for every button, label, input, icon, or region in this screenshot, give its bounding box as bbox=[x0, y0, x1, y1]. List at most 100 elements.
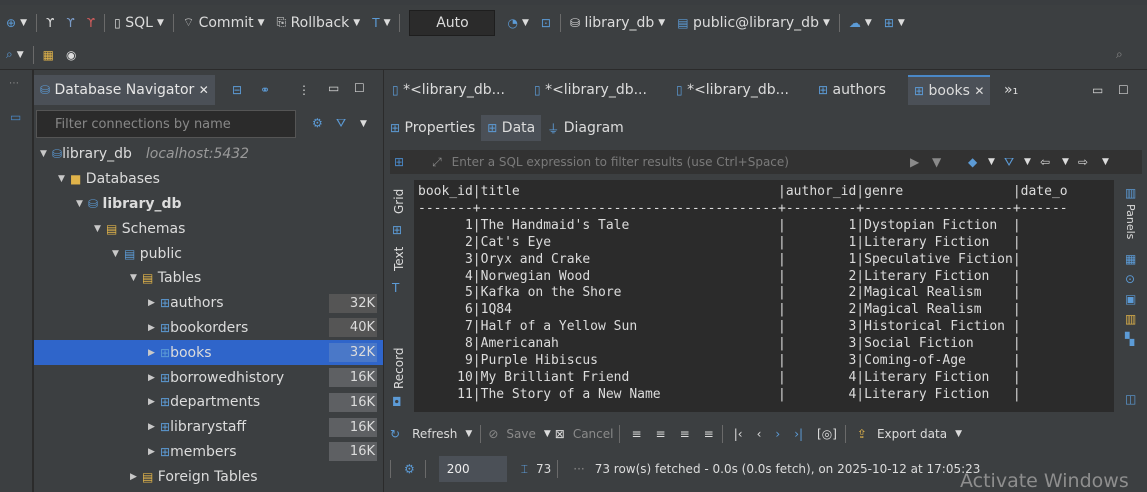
next-page-icon[interactable]: › bbox=[775, 427, 780, 441]
task-button[interactable]: ▦ bbox=[37, 40, 60, 70]
panels-sidebar: ▥ Panels ▦ ⊙ ▣ ▥ ▚ ◫ bbox=[1116, 180, 1147, 412]
tree-table-members[interactable]: ▶ ⊞ members 16K bbox=[34, 440, 383, 465]
cancel-button[interactable]: Cancel bbox=[573, 427, 614, 441]
edit-row-icon[interactable]: ≡ bbox=[631, 427, 641, 441]
cloud-button[interactable]: ☁ ▼ bbox=[843, 5, 878, 40]
maximize-icon[interactable]: ☐ bbox=[354, 81, 365, 95]
close-icon[interactable]: ✕ bbox=[974, 84, 984, 98]
layout-button[interactable]: ⊞ ▼ bbox=[878, 5, 911, 40]
tree-tables[interactable]: ▼ ▤ Tables bbox=[34, 266, 383, 291]
eraser-icon[interactable]: ◆ bbox=[968, 155, 977, 169]
tab-sql-editor-1[interactable]: ▯ *<library_db... bbox=[386, 75, 511, 105]
commit-button[interactable]: ⌔ Commit ▼ bbox=[177, 5, 271, 40]
grid-panel-icon[interactable]: ▦ bbox=[1125, 252, 1136, 266]
rollback-button[interactable]: ⎘ Rollback ▼ bbox=[271, 5, 367, 40]
prev-page-icon[interactable]: ‹ bbox=[757, 427, 762, 441]
tab-text[interactable]: Text bbox=[388, 241, 410, 277]
datasource-selector[interactable]: ⛁ library_db ▼ bbox=[564, 5, 671, 40]
minimize-icon[interactable]: ⋯ bbox=[9, 78, 19, 89]
transaction-mode-field[interactable]: Auto bbox=[409, 9, 496, 36]
chart-icon[interactable]: ▥ bbox=[1125, 312, 1136, 326]
refresh-button[interactable]: Refresh bbox=[412, 427, 457, 441]
filter-settings-icon[interactable]: ⚙ bbox=[312, 116, 323, 130]
minimize-icon[interactable]: ▭ bbox=[1092, 83, 1103, 97]
global-search-button[interactable]: ⌕ bbox=[1110, 40, 1129, 70]
tree-table-borrowedhistory[interactable]: ▶ ⊞ borrowedhistory 16K bbox=[34, 365, 383, 390]
transaction-mode-button[interactable]: T ▼ bbox=[366, 5, 396, 40]
expand-icon[interactable]: ⤢ bbox=[432, 155, 442, 170]
tab-properties[interactable]: ⊞ Properties bbox=[384, 115, 481, 141]
value-icon[interactable]: ▣ bbox=[1125, 292, 1136, 306]
table-icon: ⊞ bbox=[818, 83, 829, 97]
tab-authors[interactable]: ⊞ authors bbox=[812, 75, 892, 105]
export-button[interactable]: Export data bbox=[877, 427, 947, 441]
tree-database[interactable]: ▼ ⛁ library_db bbox=[34, 192, 383, 217]
tab-overflow[interactable]: »₁ bbox=[998, 75, 1024, 105]
delete-row-icon[interactable]: ≡ bbox=[704, 427, 714, 441]
panels-icon[interactable]: ▥ bbox=[1125, 186, 1136, 200]
tree-table-books[interactable]: ▶ ⊞ books 32K bbox=[34, 340, 383, 366]
tree-databases[interactable]: ▼ ■ Databases bbox=[34, 167, 383, 192]
copy-row-icon[interactable]: ≡ bbox=[680, 427, 690, 441]
connection-host: localhost:5432 bbox=[145, 146, 250, 163]
new-connection-button[interactable]: ⊕ ▼ bbox=[0, 5, 33, 40]
connection-filter-input[interactable]: Filter connections by name bbox=[36, 110, 296, 138]
maximize-icon[interactable]: ☐ bbox=[1118, 83, 1129, 97]
tree-foreign-tables[interactable]: ▶ ▤ Foreign Tables bbox=[34, 464, 383, 489]
tree-table-authors[interactable]: ▶ ⊞ authors 32K bbox=[34, 291, 383, 316]
lock-button[interactable]: ⊡ bbox=[535, 5, 557, 40]
fetch-all-icon[interactable]: [◎] bbox=[817, 427, 837, 441]
tree-table-departments[interactable]: ▶ ⊞ departments 16K bbox=[34, 390, 383, 415]
filter-history-icon[interactable]: ▼ bbox=[932, 155, 941, 169]
apply-filter-icon[interactable]: ▶ bbox=[910, 155, 919, 169]
tab-database-navigator[interactable]: ⛁ Database Navigator ✕ bbox=[34, 75, 215, 105]
filter-icon[interactable]: ⛛ bbox=[336, 116, 346, 131]
schema-selector[interactable]: ▤ public@library_db ▼ bbox=[671, 5, 836, 40]
tab-books[interactable]: ⊞ books ✕ bbox=[908, 75, 991, 105]
tab-sql-editor-3[interactable]: ▯ *<library_db... bbox=[670, 75, 795, 105]
forward-icon[interactable]: ⇨ bbox=[1078, 155, 1088, 169]
menu-icon[interactable]: ⋮ bbox=[298, 83, 310, 97]
minimize-icon[interactable]: ▭ bbox=[328, 81, 339, 95]
tree-schemas[interactable]: ▼ ▤ Schemas bbox=[34, 216, 383, 241]
sql-file-icon: ▯ bbox=[114, 15, 121, 30]
add-row-icon[interactable]: ≡ bbox=[656, 427, 666, 441]
disconnect-button[interactable]: ϒ bbox=[60, 5, 80, 40]
refs-icon[interactable]: ▚ bbox=[1125, 332, 1134, 346]
filter-input[interactable]: Enter a SQL expression to filter results… bbox=[452, 155, 789, 169]
close-icon[interactable]: ✕ bbox=[199, 83, 209, 97]
save-button[interactable]: Save bbox=[506, 427, 535, 441]
grid-rule: -------+--------------------------------… bbox=[418, 200, 1068, 216]
tab-data[interactable]: ⊞ Data bbox=[481, 115, 542, 141]
sql-editor-button[interactable]: ▯ SQL ▼ bbox=[108, 5, 170, 40]
collapse-icon[interactable]: ⊟ bbox=[232, 83, 242, 97]
connect-button[interactable]: ϒ bbox=[40, 5, 60, 40]
results-text-view[interactable]: book_id|title |author_id|genre |date_o -… bbox=[414, 180, 1114, 412]
invalidate-button[interactable]: ϒ bbox=[81, 5, 101, 40]
link-icon[interactable]: ⚭ bbox=[260, 83, 270, 97]
calc-icon[interactable]: ⊙ bbox=[1125, 272, 1135, 286]
project-icon[interactable]: ▭ bbox=[10, 110, 21, 124]
search-button[interactable]: ⌕ ▼ bbox=[0, 40, 30, 70]
tree-schema-public[interactable]: ▼ ▤ public bbox=[34, 241, 383, 266]
tab-sql-editor-2[interactable]: ▯ *<library_db... bbox=[528, 75, 653, 105]
fetch-size-input[interactable]: 200 bbox=[438, 456, 507, 482]
row-count-icon[interactable]: ⌶ bbox=[521, 462, 528, 477]
layout-icon[interactable]: ◫ bbox=[1125, 392, 1136, 406]
back-icon[interactable]: ⇦ bbox=[1040, 155, 1050, 169]
settings-icon[interactable]: ⚙ bbox=[404, 462, 415, 476]
tree-connection[interactable]: ▼ ⛁ library_db localhost:5432 bbox=[34, 142, 383, 167]
perspective-button[interactable]: ◉ bbox=[60, 40, 82, 70]
tab-diagram[interactable]: ⏚ Diagram bbox=[541, 115, 630, 141]
result-view-tabs: Grid ⊞ Text T Record ◘ bbox=[388, 183, 410, 413]
panels-label[interactable]: Panels bbox=[1124, 204, 1137, 239]
first-page-icon[interactable]: |‹ bbox=[734, 427, 743, 441]
last-page-icon[interactable]: ›| bbox=[794, 427, 803, 441]
tree-table-librarystaff[interactable]: ▶ ⊞ librarystaff 16K bbox=[34, 415, 383, 440]
tab-record[interactable]: Record bbox=[388, 343, 410, 393]
databases-label: Databases bbox=[85, 171, 160, 188]
tree-table-bookorders[interactable]: ▶ ⊞ bookorders 40K bbox=[34, 316, 383, 341]
filter-icon[interactable]: ⛛ bbox=[1004, 155, 1014, 170]
tab-grid[interactable]: Grid bbox=[388, 183, 410, 219]
history-button[interactable]: ◔ ▼ bbox=[501, 5, 534, 40]
